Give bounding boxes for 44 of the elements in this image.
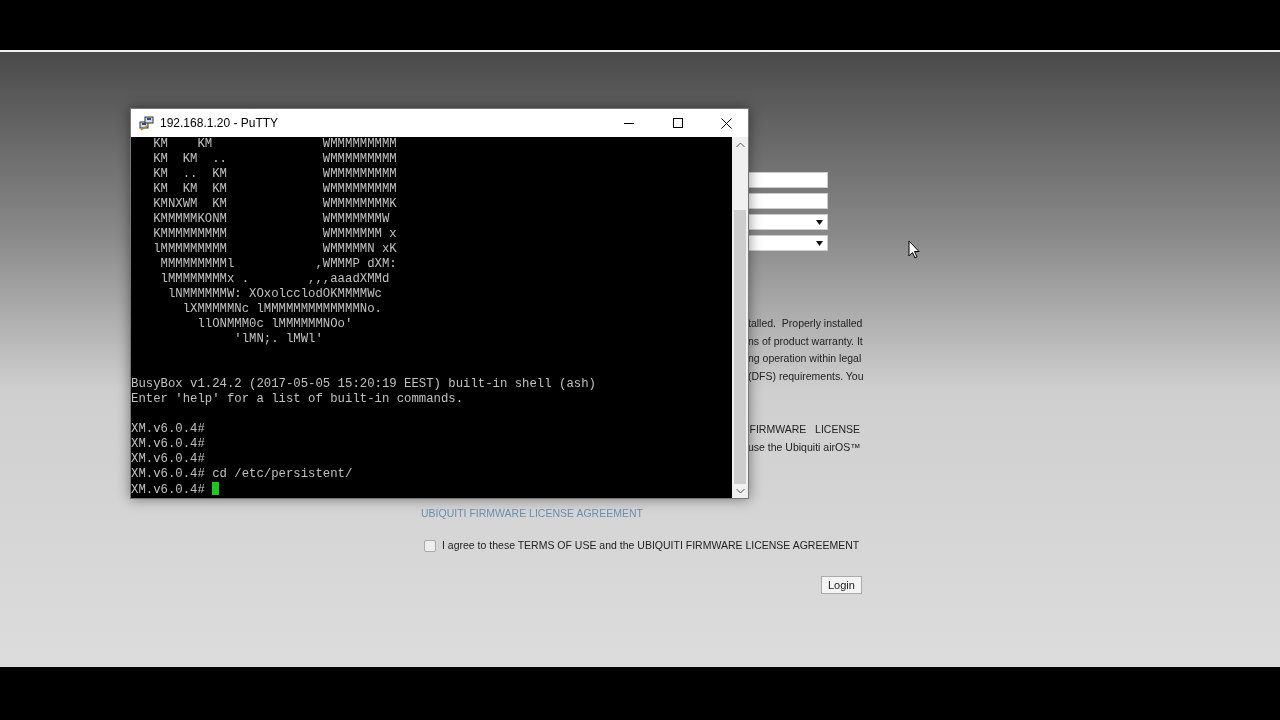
terminal-line: KM KM WMMMMMMMMM <box>152 137 398 152</box>
terminal-line: KMMMMMKONM WMMMMMMMW <box>152 212 391 227</box>
agree-label: I agree to these TERMS OF USE and the UBIQUITI FIRMWARE LICENSE AGREEMENT <box>442 538 860 554</box>
mouse-pointer-icon <box>908 240 920 259</box>
maximize-icon <box>672 118 683 128</box>
terminal-line: XM.v6.0.4# <box>131 437 206 452</box>
dropdown-field[interactable] <box>748 235 828 251</box>
notice-text: use the Ubiquiti airOS™ <box>748 439 860 455</box>
terminal-line: KMNXWM KM WMMMMMMMMK <box>152 197 398 212</box>
terminal-line: 'lMN;. lMWl' <box>233 332 324 347</box>
text-cursor <box>211 482 219 495</box>
scrollbar-thumb[interactable] <box>734 210 746 484</box>
agree-checkbox[interactable] <box>424 540 436 553</box>
terminal-line: lXMMMMMNc lMMMMMMMMMMMMMNo. <box>181 302 383 317</box>
input-field[interactable] <box>748 172 828 188</box>
scrollbar[interactable] <box>732 137 748 498</box>
dropdown-field[interactable] <box>748 214 828 230</box>
terminal-line: KMMMMMMMMM WMMMMMMM x <box>152 227 398 242</box>
terminal-line: llONMMM0c lMMMMMMNOo' <box>196 317 354 332</box>
dropdown-arrow-icon <box>816 240 823 246</box>
terminal-line: KM KM .. WMMMMMMMMM <box>152 152 398 167</box>
terminal-line: KM KM KM WMMMMMMMMM <box>152 182 398 197</box>
notice-text: ng operation within legal <box>748 351 860 367</box>
notice-text: talled. Properly installed <box>748 316 860 331</box>
terminal-line: MMMMMMMMMl ,WMMMP dXM: <box>159 257 398 272</box>
terminal-line: lMMMMMMMMx . ,,,aaadXMMd <box>159 272 391 287</box>
close-icon <box>721 117 732 129</box>
terminal-line: KM .. KM WMMMMMMMMM <box>152 167 398 182</box>
input-field[interactable] <box>748 193 828 209</box>
computers-icon <box>139 115 154 131</box>
terminal-line: BusyBox v1.24.2 (2017-05-05 15:20:19 EEST) built-in shell (ash) <box>131 377 597 392</box>
terminal-line: XM.v6.0.4# <box>131 422 206 437</box>
scroll-up-icon <box>735 142 745 148</box>
scroll-down-icon <box>735 488 745 494</box>
terminal-line: Enter 'help' for a list of built-in commands. <box>131 392 465 407</box>
dropdown-arrow-icon <box>816 219 823 225</box>
terminal-line: XM.v6.0.4# <box>131 483 205 497</box>
window-title: 192.168.1.20 - PuTTY <box>160 115 280 132</box>
terminal-line: XM.v6.0.4# <box>131 452 206 467</box>
login-button[interactable]: Login <box>821 575 862 594</box>
terminal-line: XM.v6.0.4# cd /etc/persistent/ <box>131 467 354 482</box>
notice-text: FIRMWARE LICENSE <box>748 421 860 437</box>
terminal-line: lMMMMMMMMM WMMMMMN xK <box>152 242 398 257</box>
terminal-line: lNMMMMMMW: XOxolcclodOKMMMMWc <box>166 287 383 302</box>
